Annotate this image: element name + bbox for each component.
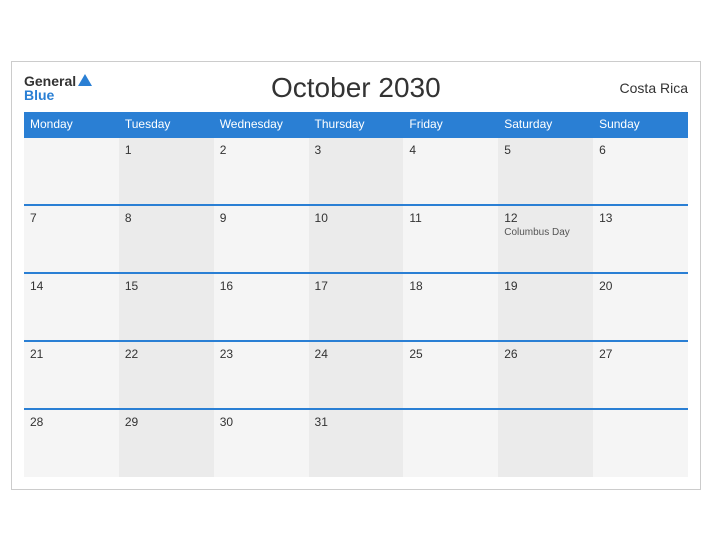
- weekday-header-wednesday: Wednesday: [214, 112, 309, 137]
- calendar-cell: 22: [119, 341, 214, 409]
- calendar-cell: 5: [498, 137, 593, 205]
- day-number: 11: [409, 211, 492, 225]
- day-number: 31: [315, 415, 398, 429]
- weekday-header-friday: Friday: [403, 112, 498, 137]
- weekday-header-sunday: Sunday: [593, 112, 688, 137]
- calendar-week-row: 14 15 16 17 18 19 20: [24, 273, 688, 341]
- day-number: 28: [30, 415, 113, 429]
- calendar-cell: 11: [403, 205, 498, 273]
- calendar-cell: 29: [119, 409, 214, 477]
- weekday-header-tuesday: Tuesday: [119, 112, 214, 137]
- day-number: 7: [30, 211, 113, 225]
- calendar-cell: [593, 409, 688, 477]
- calendar-cell: 24: [309, 341, 404, 409]
- calendar-grid: MondayTuesdayWednesdayThursdayFridaySatu…: [24, 112, 688, 477]
- day-number: 8: [125, 211, 208, 225]
- calendar-week-row: 28 29 30 31: [24, 409, 688, 477]
- calendar-cell: 3: [309, 137, 404, 205]
- day-number: 24: [315, 347, 398, 361]
- calendar-cell: 18: [403, 273, 498, 341]
- calendar-cell: 4: [403, 137, 498, 205]
- calendar-cell: 31: [309, 409, 404, 477]
- weekday-header-monday: Monday: [24, 112, 119, 137]
- day-number: 12: [504, 211, 587, 225]
- day-number: 1: [125, 143, 208, 157]
- calendar-cell: 19: [498, 273, 593, 341]
- calendar-cell: 30: [214, 409, 309, 477]
- day-number: 9: [220, 211, 303, 225]
- day-number: 20: [599, 279, 682, 293]
- day-number: 25: [409, 347, 492, 361]
- calendar-cell: 8: [119, 205, 214, 273]
- day-number: 14: [30, 279, 113, 293]
- logo-blue-text: Blue: [24, 88, 92, 102]
- calendar-cell: 28: [24, 409, 119, 477]
- day-number: 13: [599, 211, 682, 225]
- day-number: 29: [125, 415, 208, 429]
- calendar-cell: 21: [24, 341, 119, 409]
- calendar-cell: 15: [119, 273, 214, 341]
- day-number: 6: [599, 143, 682, 157]
- calendar-cell: 13: [593, 205, 688, 273]
- day-number: 5: [504, 143, 587, 157]
- calendar-cell: [403, 409, 498, 477]
- day-number: 26: [504, 347, 587, 361]
- calendar-week-row: 21 22 23 24 25 26 27: [24, 341, 688, 409]
- day-number: 10: [315, 211, 398, 225]
- day-number: 3: [315, 143, 398, 157]
- logo-triangle-icon: [78, 74, 92, 86]
- calendar-title: October 2030: [271, 72, 441, 104]
- calendar-cell: 20: [593, 273, 688, 341]
- day-number: 15: [125, 279, 208, 293]
- calendar-cell: 7: [24, 205, 119, 273]
- calendar-cell: 14: [24, 273, 119, 341]
- calendar-cell: 16: [214, 273, 309, 341]
- day-number: 22: [125, 347, 208, 361]
- calendar-week-row: 789 10 11 12 Columbus Day 13: [24, 205, 688, 273]
- calendar-cell: 2: [214, 137, 309, 205]
- day-number: 27: [599, 347, 682, 361]
- calendar-cell: [498, 409, 593, 477]
- day-number: 17: [315, 279, 398, 293]
- day-number: 23: [220, 347, 303, 361]
- logo-text: General: [24, 74, 92, 88]
- calendar-cell: [24, 137, 119, 205]
- calendar-cell: 26: [498, 341, 593, 409]
- calendar-cell: 27: [593, 341, 688, 409]
- calendar-header: General Blue October 2030 Costa Rica: [24, 72, 688, 104]
- weekday-header-saturday: Saturday: [498, 112, 593, 137]
- calendar-cell: 1: [119, 137, 214, 205]
- calendar-cell: 25: [403, 341, 498, 409]
- calendar-cell: 23: [214, 341, 309, 409]
- weekday-header-row: MondayTuesdayWednesdayThursdayFridaySatu…: [24, 112, 688, 137]
- day-number: 4: [409, 143, 492, 157]
- day-number: 30: [220, 415, 303, 429]
- calendar-cell: 6: [593, 137, 688, 205]
- weekday-header-thursday: Thursday: [309, 112, 404, 137]
- calendar-cell: 10: [309, 205, 404, 273]
- logo: General Blue: [24, 74, 92, 102]
- calendar-container: General Blue October 2030 Costa Rica Mon…: [11, 61, 701, 490]
- country-name: Costa Rica: [620, 80, 688, 96]
- day-number: 21: [30, 347, 113, 361]
- calendar-cell: 17: [309, 273, 404, 341]
- logo-general-text: General: [24, 74, 76, 88]
- day-number: 2: [220, 143, 303, 157]
- calendar-week-row: 123456: [24, 137, 688, 205]
- day-event: Columbus Day: [504, 227, 587, 238]
- day-number: 19: [504, 279, 587, 293]
- calendar-cell: 9: [214, 205, 309, 273]
- day-number: 16: [220, 279, 303, 293]
- calendar-cell: 12 Columbus Day: [498, 205, 593, 273]
- day-number: 18: [409, 279, 492, 293]
